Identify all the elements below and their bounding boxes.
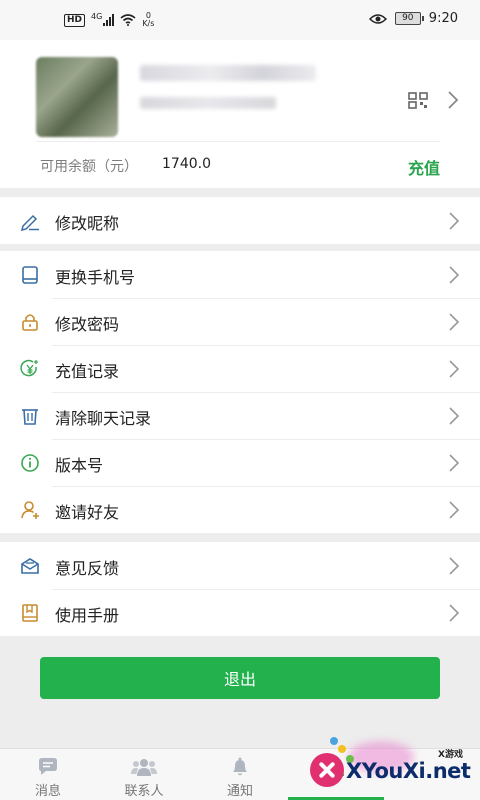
watermark-dot [338,745,346,753]
recharge-button[interactable]: 充值 [408,155,440,179]
hd-indicator: HD [64,13,86,27]
book-icon [22,604,38,622]
menu-item-user-manual[interactable]: 使用手册 [0,589,480,636]
balance-label: 可用余额（元） [40,159,138,175]
menu-item-label: 充值记录 [55,362,120,381]
clock: 9:20 [428,11,458,26]
menu-item-label: 更换手机号 [55,268,136,287]
menu-item-feedback[interactable]: 意见反馈 [0,542,480,589]
menu-group-profile: 修改昵称 [0,197,480,244]
menu-item-change-password[interactable]: 修改密码 [0,298,480,345]
info-icon [21,454,39,472]
menu-item-label: 修改密码 [55,315,120,334]
status-left: HD 4G 0 K/s [64,12,154,28]
net-speed: 0 K/s [142,12,154,28]
network-type: 4G [91,11,103,21]
menu-item-clear-chat[interactable]: 清除聊天记录 [0,392,480,439]
contacts-icon [131,759,157,776]
menu-item-label: 邀请好友 [55,503,120,522]
watermark-dot [330,737,338,745]
signal-icon [103,14,115,26]
menu-item-label: 使用手册 [55,606,120,625]
tab-messages[interactable]: 消息 [0,749,96,800]
menu-item-invite-friends[interactable]: 邀请好友 [0,486,480,533]
chevron-right-icon [449,266,460,284]
chevron-right-icon [449,557,460,575]
bell-icon [233,757,247,776]
add-user-icon [21,501,39,519]
menu-item-label: 版本号 [55,456,104,475]
watermark-tag: X游戏 [438,750,463,760]
phone-icon [22,266,38,284]
menu-item-label: 修改昵称 [55,214,120,233]
status-right: 90 9:20 [368,11,458,26]
yuan-icon [20,359,38,377]
chevron-right-icon [449,407,460,425]
tab-label: 消息 [34,784,61,799]
menu-item-version[interactable]: 版本号 [0,439,480,486]
pen-icon [20,214,39,231]
profile-card[interactable]: 可用余额（元） 1740.0 充值 [0,40,480,188]
qr-code-icon[interactable] [408,92,428,109]
menu-item-change-phone[interactable]: 更换手机号 [0,251,480,298]
chevron-right-icon [449,313,460,331]
status-bar: HD 4G 0 K/s 90 9:20 [0,0,480,40]
menu-item-label: 意见反馈 [55,559,120,578]
net-speed-unit: K/s [142,19,155,28]
tab-contacts[interactable]: 联系人 [96,749,192,800]
wifi-icon [120,14,136,26]
blurred-account-id [140,97,276,109]
menu-item-recharge-records[interactable]: 充值记录 [0,345,480,392]
chevron-right-icon [449,212,460,230]
tab-notifications[interactable]: 通知 [192,749,288,800]
tab-label: 联系人 [124,784,164,799]
trash-icon [22,409,38,425]
divider [36,141,440,142]
menu-item-label: 清除聊天记录 [55,409,152,428]
chevron-right-icon [449,360,460,378]
menu-group-help: 意见反馈 使用手册 [0,542,480,636]
chevron-right-icon [449,454,460,472]
menu-group-account: 更换手机号 修改密码 充值记录 清除聊天记录 版本号 邀请好友 [0,251,480,533]
battery-icon: 90 [394,12,424,25]
chat-bubble-icon [39,758,57,775]
mail-icon [21,558,39,574]
watermark: XYouXi.net X游戏 [290,735,480,800]
logout-button[interactable]: 退出 [40,657,440,699]
tab-label: 通知 [226,784,253,799]
chevron-right-icon [449,604,460,622]
chevron-right-icon [449,501,460,519]
lock-icon [22,314,38,331]
gamepad-logo-icon [310,753,344,787]
menu-item-edit-nickname[interactable]: 修改昵称 [0,197,480,244]
chevron-right-icon[interactable] [446,90,460,110]
watermark-site: XYouXi.net [346,759,471,783]
avatar[interactable] [36,57,118,137]
balance-value: 1740.0 [162,156,211,172]
blurred-username [140,65,316,81]
eye-icon [368,13,387,24]
